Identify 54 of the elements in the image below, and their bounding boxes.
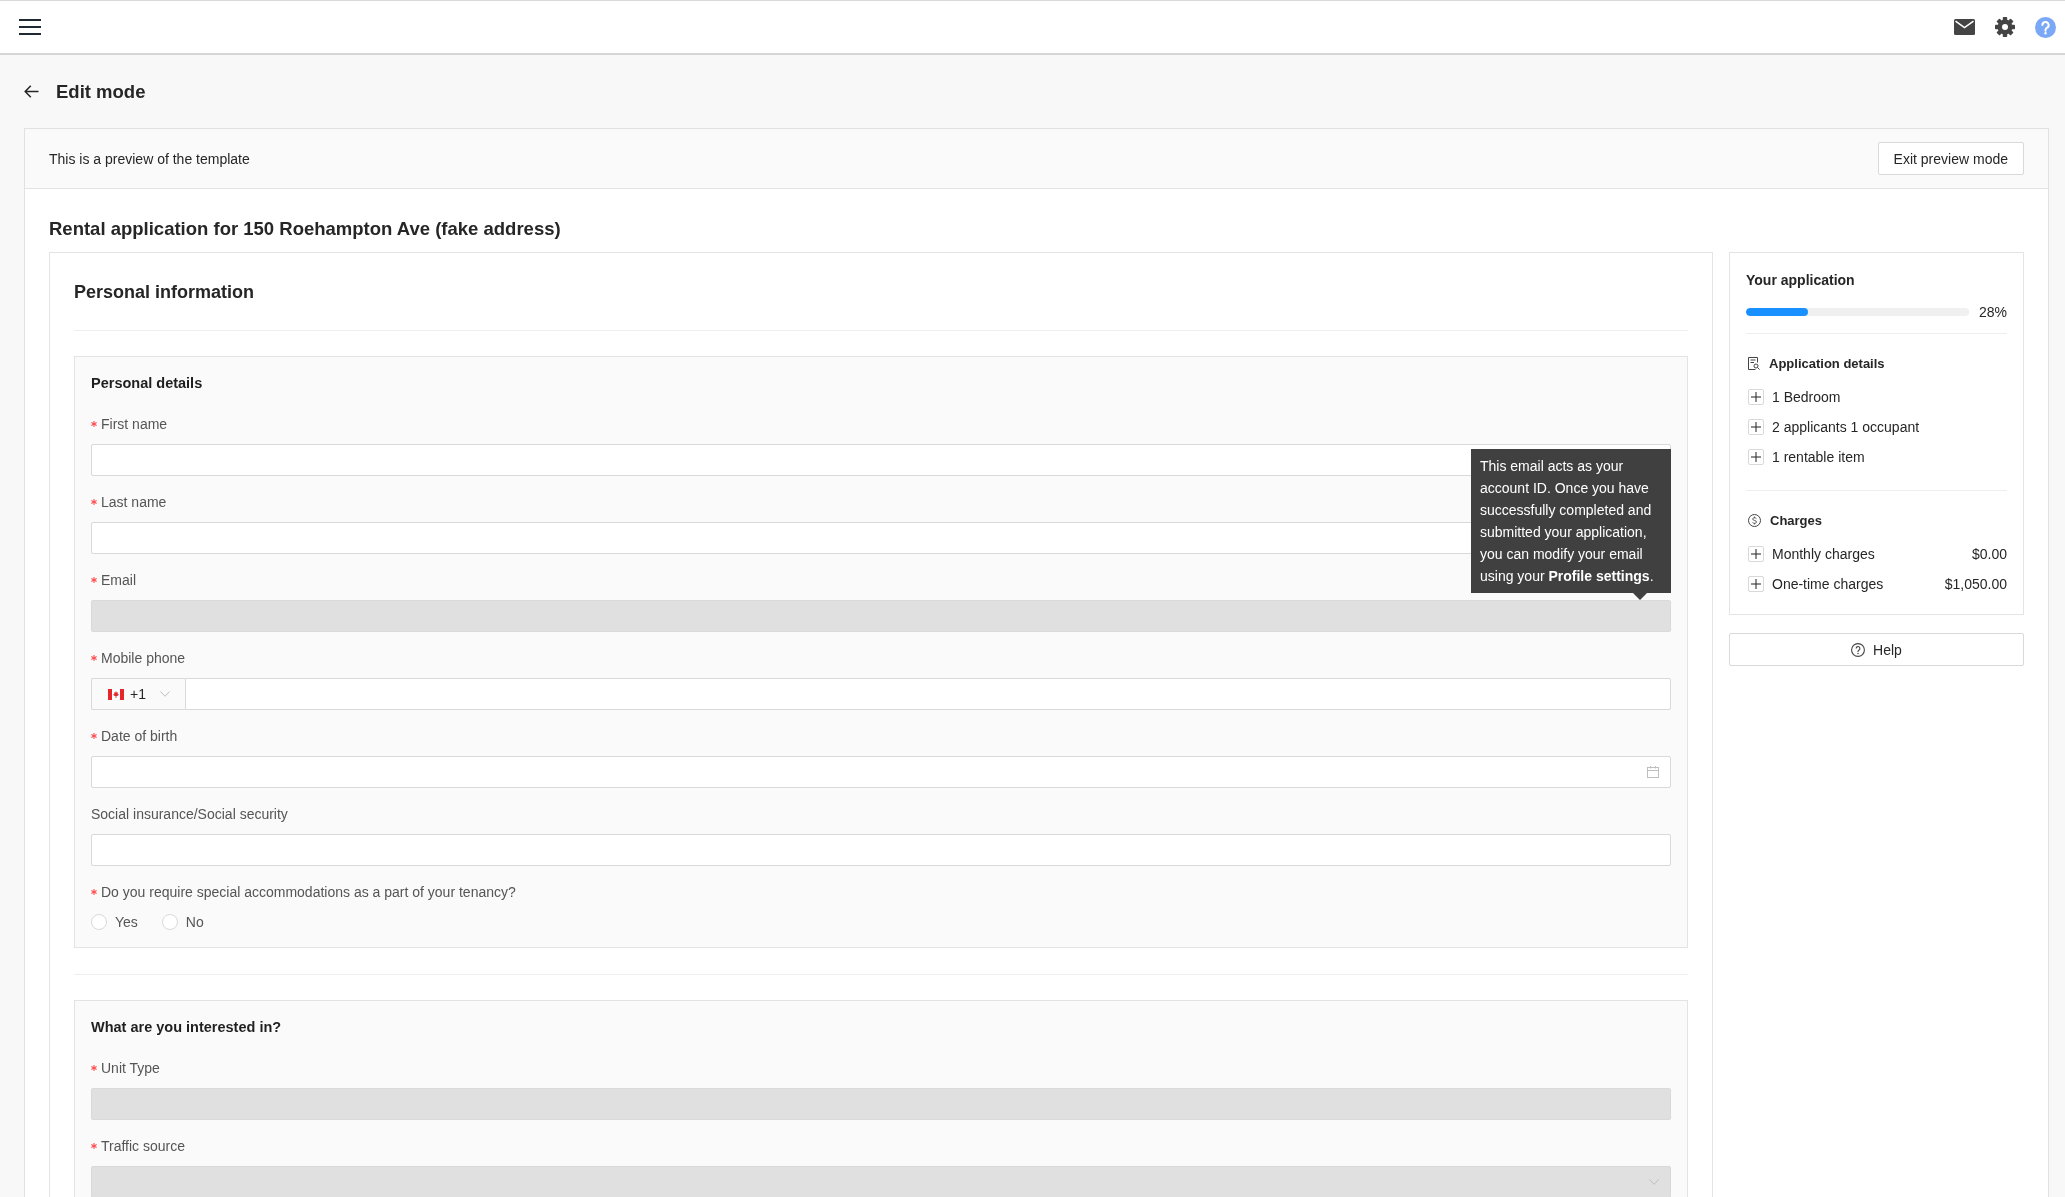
- exit-preview-button[interactable]: Exit preview mode: [1877, 142, 2024, 175]
- question-circle-icon: [1851, 642, 1866, 657]
- radio-label: Yes: [115, 914, 138, 930]
- help-icon[interactable]: [2035, 16, 2056, 38]
- page-title: Edit mode: [56, 79, 146, 104]
- flag-icon: [108, 688, 124, 700]
- preview-notice: This is a preview of the template: [49, 150, 250, 167]
- plus-box-icon[interactable]: [1748, 389, 1764, 405]
- back-arrow-icon[interactable]: [24, 85, 39, 98]
- dollar-circle-icon: [1748, 513, 1761, 527]
- plus-box-icon[interactable]: [1748, 576, 1764, 592]
- summary-title: Your application: [1746, 271, 1856, 290]
- country-code-select[interactable]: +1: [91, 678, 185, 710]
- charge-amount: $1,050.00: [1944, 576, 2007, 592]
- charge-label: Monthly charges: [1772, 546, 1875, 562]
- detail-item: 1 Bedroom: [1772, 389, 1841, 405]
- field-label: Mobile phone: [101, 649, 186, 668]
- form-title: Personal information: [74, 253, 1688, 331]
- application-title: Rental application for 150 Roehampton Ave (fake address): [49, 217, 562, 241]
- field-label: Traffic source: [101, 1137, 186, 1156]
- settings-icon[interactable]: [1995, 17, 2015, 37]
- radio-button[interactable]: [91, 914, 107, 930]
- date-input[interactable]: [91, 756, 1671, 788]
- plus-box-icon[interactable]: [1748, 419, 1764, 435]
- text-input[interactable]: [91, 834, 1671, 866]
- detail-item: 1 rentable item: [1772, 449, 1865, 465]
- chevron-down-icon: [1649, 1179, 1659, 1185]
- detail-item: 2 applicants 1 occupant: [1772, 419, 1920, 435]
- calendar-icon: [1647, 766, 1659, 778]
- charge-amount: $0.00: [1971, 546, 2007, 562]
- field-label: Email: [101, 571, 136, 590]
- menu-icon[interactable]: [19, 19, 41, 35]
- field-label: Unit Type: [101, 1059, 160, 1078]
- tooltip-text: This email acts as your account ID. Once you have successfully completed and submitted your application, you can modify your email using your Profile settings.: [1480, 457, 1655, 586]
- field-label: Social insurance/Social security: [91, 805, 288, 824]
- chevron-down-icon: [159, 691, 170, 697]
- phone-number-input[interactable]: [185, 678, 1671, 710]
- section-heading: What are you interested in?: [91, 1018, 283, 1037]
- field-label: First name: [101, 415, 168, 434]
- plus-box-icon[interactable]: [1748, 546, 1764, 562]
- document-search-icon: [1748, 356, 1760, 370]
- group-title: Application details: [1769, 355, 1885, 371]
- charge-label: One-time charges: [1772, 576, 1884, 592]
- radio-button[interactable]: [161, 914, 178, 930]
- progress-percent: 28%: [1978, 304, 2007, 320]
- radio-label: No: [185, 914, 204, 930]
- group-title: Charges: [1770, 512, 1823, 528]
- section-heading: Personal details: [91, 374, 204, 393]
- mail-icon[interactable]: [1954, 19, 1975, 35]
- plus-box-icon[interactable]: [1748, 449, 1764, 465]
- field-label: Date of birth: [101, 727, 178, 746]
- field-label: Do you require special accommodations as a part of your tenancy?: [101, 883, 516, 902]
- field-label: Last name: [101, 493, 167, 512]
- help-button[interactable]: Help: [1729, 633, 2024, 666]
